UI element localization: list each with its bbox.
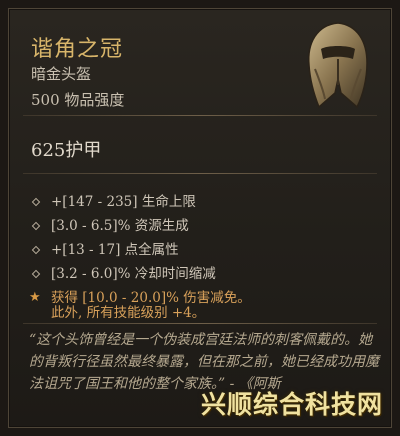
helm-icon bbox=[308, 22, 368, 109]
affix-row: [3.0 - 6.5]% 资源生成 bbox=[29, 214, 379, 238]
affix-text: [3.0 - 6.5]% 资源生成 bbox=[51, 218, 189, 234]
unique-affix-extra: 此外, 所有技能级别 +4。 bbox=[51, 305, 206, 321]
watermark: 兴顺综合科技网 bbox=[200, 390, 383, 419]
affix-list: +[147 - 235] 生命上限 [3.0 - 6.5]% 资源生成 +[13… bbox=[29, 190, 379, 310]
affix-row: [3.2 - 6.0]% 冷却时间缩减 bbox=[29, 262, 379, 286]
diamond-bullet-icon bbox=[31, 245, 41, 255]
divider bbox=[23, 173, 377, 174]
affix-row: +[147 - 235] 生命上限 bbox=[29, 190, 379, 214]
star-icon: ★ bbox=[29, 290, 41, 305]
item-name: 谐角之冠 bbox=[31, 37, 124, 62]
item-type: 暗金头盔 bbox=[31, 65, 92, 83]
diamond-bullet-icon bbox=[31, 221, 41, 231]
item-power: 500 物品强度 bbox=[31, 91, 125, 109]
affix-text: +[13 - 17] 点全属性 bbox=[51, 242, 179, 258]
affix-row: +[13 - 17] 点全属性 bbox=[29, 238, 379, 262]
diamond-bullet-icon bbox=[31, 269, 41, 279]
affix-text: [3.2 - 6.0]% 冷却时间缩减 bbox=[51, 266, 216, 282]
divider bbox=[23, 323, 377, 324]
armor-value: 625护甲 bbox=[31, 140, 102, 161]
item-tooltip: 谐角之冠 暗金头盔 500 物品强度 625护甲 +[147 - 235] 生命… bbox=[8, 8, 392, 428]
diamond-bullet-icon bbox=[31, 197, 41, 207]
affix-text: +[147 - 235] 生命上限 bbox=[51, 194, 196, 210]
divider bbox=[23, 115, 377, 116]
tooltip-header: 谐角之冠 暗金头盔 500 物品强度 bbox=[9, 9, 391, 115]
